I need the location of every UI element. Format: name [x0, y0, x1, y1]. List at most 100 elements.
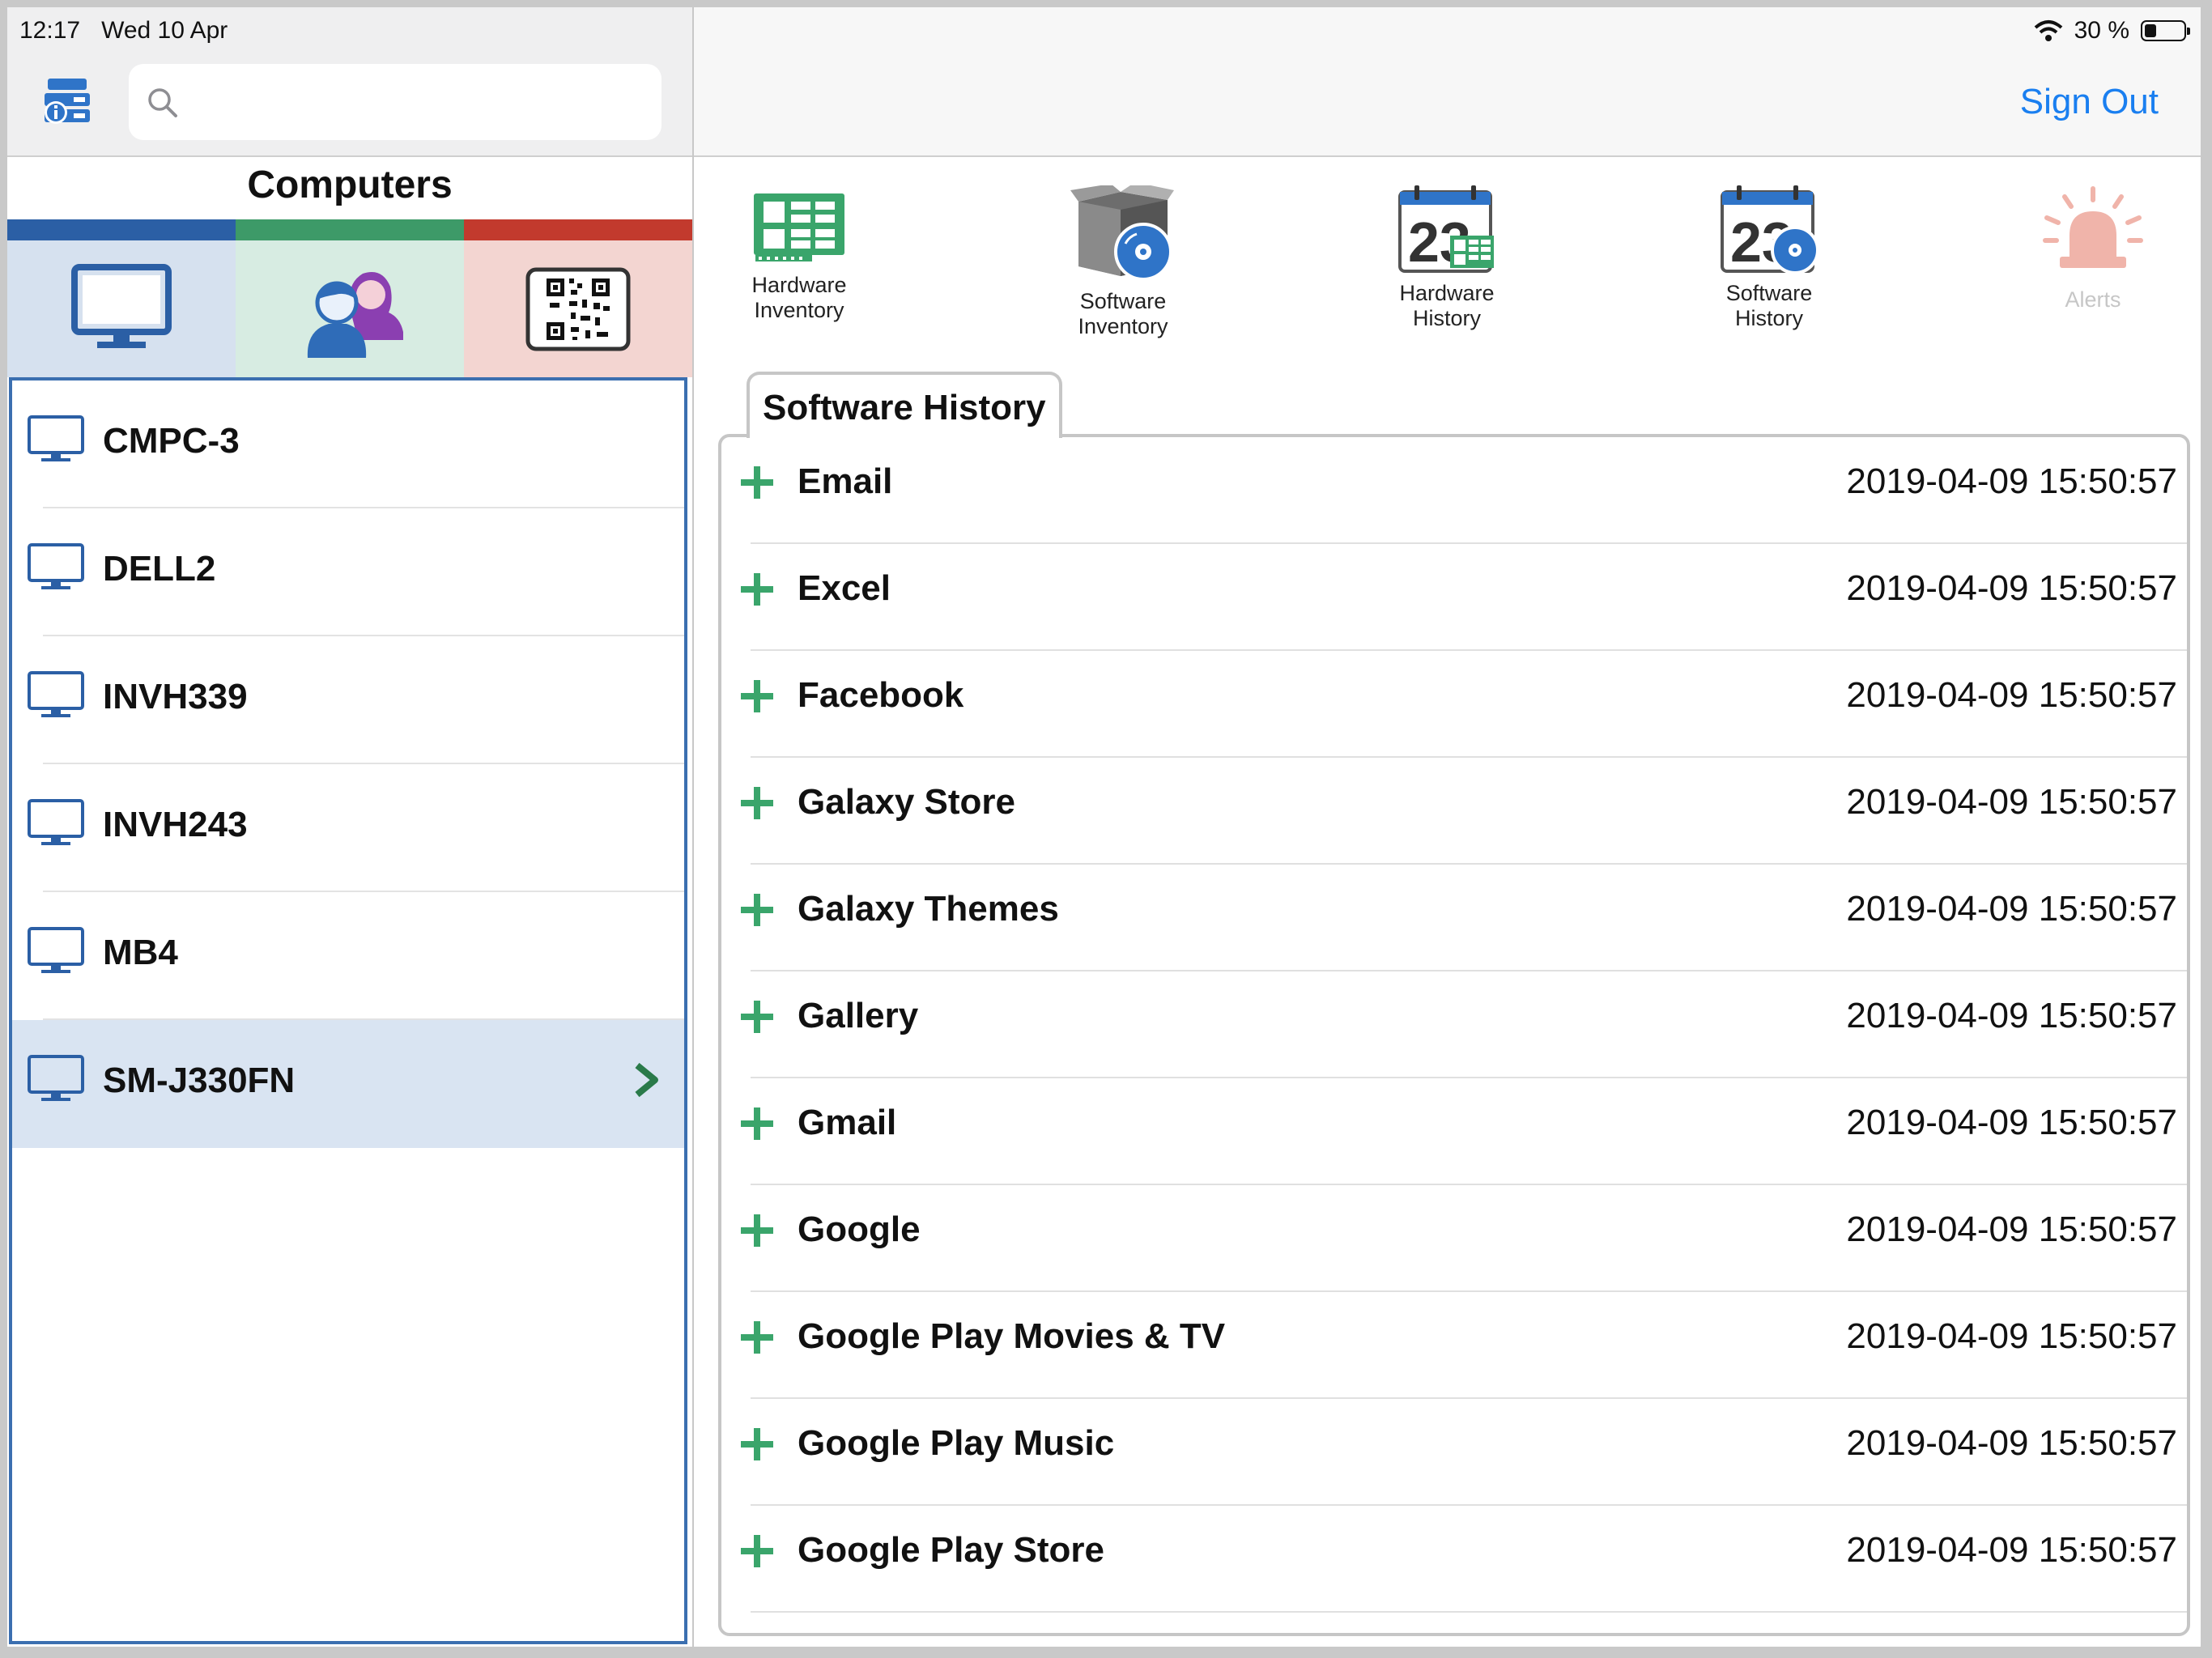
expand-plus-icon[interactable]	[739, 678, 775, 714]
computer-name: CMPC-3	[103, 421, 240, 461]
history-row[interactable]: Google Play Store 2019-04-09 15:50:57	[721, 1506, 2187, 1613]
computers-pane: 12:17 Wed 10 Apr Computers CMPC-3 DELL2 …	[7, 7, 694, 1647]
app-name: Gmail	[798, 1103, 897, 1142]
expand-plus-icon[interactable]	[739, 572, 775, 607]
software-inventory-label: Software Inventory	[1078, 289, 1168, 338]
row-divider	[751, 1611, 2187, 1613]
computer-list-item[interactable]: CMPC-3	[12, 380, 684, 508]
tab-computers[interactable]	[7, 219, 236, 377]
tab-qr-codes[interactable]	[464, 219, 692, 377]
computer-name: INVH243	[103, 805, 248, 844]
software-history-button[interactable]: 23 Software History	[1664, 185, 1874, 331]
timestamp: 2019-04-09 15:50:57	[1846, 675, 2177, 715]
pane-title: Computers	[247, 164, 453, 206]
expand-plus-icon[interactable]	[739, 999, 775, 1035]
software-history-icon: 23	[1721, 185, 1819, 274]
timestamp: 2019-04-09 15:50:57	[1846, 1316, 2177, 1356]
expand-plus-icon[interactable]	[739, 465, 775, 500]
wifi-icon	[2034, 20, 2062, 41]
expand-plus-icon[interactable]	[739, 1533, 775, 1569]
sign-out-button[interactable]: Sign Out	[2020, 82, 2159, 122]
app-name: Google Play Movies & TV	[798, 1316, 1226, 1356]
expand-plus-icon[interactable]	[739, 1320, 775, 1355]
app-name: Galaxy Store	[798, 782, 1016, 822]
left-header: 12:17 Wed 10 Apr	[7, 7, 692, 157]
software-history-label: Software History	[1725, 281, 1813, 330]
monitor-icon	[28, 415, 84, 461]
software-inventory-button[interactable]: Software Inventory	[1018, 185, 1228, 339]
server-info-icon[interactable]	[41, 77, 91, 127]
timestamp: 2019-04-09 15:50:57	[1846, 1530, 2177, 1570]
monitor-icon	[28, 543, 84, 589]
history-row[interactable]: Excel 2019-04-09 15:50:57	[721, 544, 2187, 651]
search-field[interactable]	[129, 64, 661, 140]
computer-name: INVH339	[103, 677, 248, 716]
section-title: Software History	[763, 388, 1046, 427]
app-name: Excel	[798, 568, 891, 608]
status-date: Wed 10 Apr	[101, 17, 228, 44]
app-name: Galaxy Themes	[798, 889, 1059, 929]
expand-plus-icon[interactable]	[739, 892, 775, 928]
hardware-history-label: Hardware History	[1399, 281, 1495, 330]
hardware-history-button[interactable]: 23 Hardware History	[1342, 185, 1552, 331]
section-tab: Software History	[747, 372, 1062, 438]
timestamp: 2019-04-09 15:50:57	[1846, 996, 2177, 1035]
monitor-icon	[28, 799, 84, 845]
history-row[interactable]: Gallery 2019-04-09 15:50:57	[721, 971, 2187, 1078]
software-inventory-icon	[1070, 185, 1174, 281]
computer-list-item[interactable]: SM-J330FN	[12, 1020, 684, 1148]
timestamp: 2019-04-09 15:50:57	[1846, 1103, 2177, 1142]
history-row[interactable]: Email 2019-04-09 15:50:57	[721, 437, 2187, 544]
monitor-icon	[28, 1055, 84, 1101]
history-row[interactable]: Google Play Movies & TV 2019-04-09 15:50:…	[721, 1292, 2187, 1399]
filter-tabs	[7, 219, 692, 377]
computer-list-item[interactable]: MB4	[12, 892, 684, 1020]
expand-plus-icon[interactable]	[739, 1106, 775, 1141]
tab-users[interactable]	[236, 219, 464, 377]
hardware-inventory-icon	[754, 193, 844, 261]
history-row[interactable]: Gmail 2019-04-09 15:50:57	[721, 1078, 2187, 1185]
qr-code-icon	[525, 267, 631, 351]
app-name: Email	[798, 461, 893, 501]
history-row[interactable]: Google 2019-04-09 15:50:57	[721, 1185, 2187, 1292]
timestamp: 2019-04-09 15:50:57	[1846, 568, 2177, 608]
expand-plus-icon[interactable]	[739, 1426, 775, 1462]
computer-list: CMPC-3 DELL2 INVH339 INVH243 MB4 SM-J330FN	[9, 362, 687, 1644]
alerts-button[interactable]: Alerts	[1988, 185, 2198, 312]
hardware-inventory-button[interactable]: Hardware Inventory	[694, 185, 904, 323]
computer-name: DELL2	[103, 549, 216, 589]
alerts-label: Alerts	[2065, 287, 2121, 312]
timestamp: 2019-04-09 15:50:57	[1846, 461, 2177, 501]
status-bar-right: 30 %	[2034, 17, 2190, 45]
app-name: Google Play Music	[798, 1423, 1115, 1463]
monitor-icon	[28, 671, 84, 717]
history-row[interactable]: Facebook 2019-04-09 15:50:57	[721, 651, 2187, 758]
alert-siren-icon	[2043, 186, 2143, 268]
timestamp: 2019-04-09 15:50:57	[1846, 782, 2177, 822]
computer-list-item[interactable]: INVH339	[12, 636, 684, 764]
app-window: 12:17 Wed 10 Apr Computers CMPC-3 DELL2 …	[7, 7, 2201, 1647]
report-toolbar: Hardware Inventory Software Inventory 23…	[694, 161, 2201, 372]
history-row[interactable]: Galaxy Store 2019-04-09 15:50:57	[721, 758, 2187, 865]
app-name: Gallery	[798, 996, 919, 1035]
monitor-icon	[28, 927, 84, 973]
status-time: 12:17	[19, 17, 81, 44]
search-icon	[148, 88, 177, 117]
software-history-list: Email 2019-04-09 15:50:57 Excel 2019-04-09 …	[718, 434, 2190, 1636]
chevron-right-icon	[635, 1062, 658, 1098]
expand-plus-icon[interactable]	[739, 1213, 775, 1248]
app-name: Google	[798, 1209, 921, 1249]
expand-plus-icon[interactable]	[739, 785, 775, 821]
computer-name: SM-J330FN	[103, 1061, 296, 1100]
computer-list-item[interactable]: INVH243	[12, 764, 684, 892]
detail-header: 30 % Sign Out	[694, 7, 2201, 157]
search-input[interactable]	[190, 80, 647, 125]
app-name: Facebook	[798, 675, 964, 715]
battery-percent: 30 %	[2074, 17, 2129, 44]
timestamp: 2019-04-09 15:50:57	[1846, 889, 2177, 929]
timestamp: 2019-04-09 15:50:57	[1846, 1423, 2177, 1463]
history-row[interactable]: Google Play Music 2019-04-09 15:50:57	[721, 1399, 2187, 1506]
history-row[interactable]: Galaxy Themes 2019-04-09 15:50:57	[721, 865, 2187, 971]
monitor-icon	[71, 263, 172, 348]
computer-list-item[interactable]: DELL2	[12, 508, 684, 636]
